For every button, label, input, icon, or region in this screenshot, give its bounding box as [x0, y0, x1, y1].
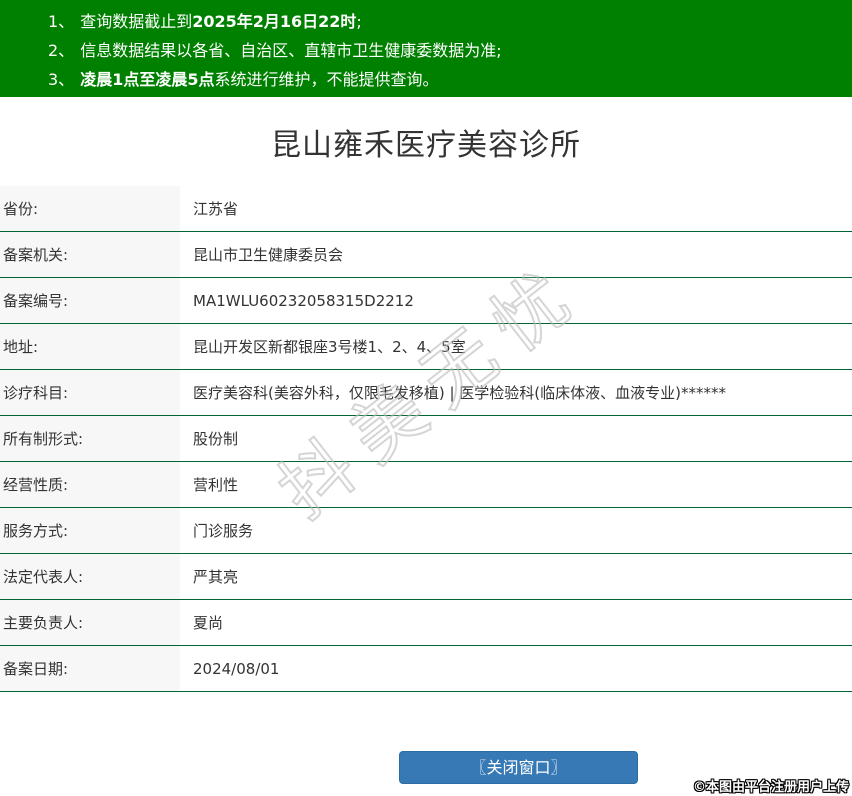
notice-line-number: 3、 [48, 70, 75, 89]
notice-line: 3、 凌晨1点至凌晨5点系统进行维护，不能提供查询。 [48, 65, 852, 94]
field-label: 省份: [0, 186, 180, 231]
field-value: 2024/08/01 [193, 659, 280, 678]
table-row: 主要负责人: 夏尚 [0, 600, 852, 646]
record-table: 省份: 江苏省 备案机关: 昆山市卫生健康委员会 备案编号: MA1WLU60232058… [0, 186, 852, 692]
notice-line: 2、 信息数据结果以各省、自治区、直辖市卫生健康委数据为准; [48, 36, 852, 65]
notice-line-text: 2025年2月16日22时 [192, 12, 357, 31]
field-value: 严其亮 [193, 568, 239, 586]
table-row: 备案编号: MA1WLU60232058315D2212 [0, 278, 852, 324]
table-row: 经营性质: 营利性 [0, 462, 852, 508]
field-label: 备案日期: [0, 646, 180, 691]
field-value: 营利性 [193, 476, 239, 494]
field-label: 主要负责人: [0, 600, 180, 645]
notice-banner: 1、 查询数据截止到2025年2月16日22时; 2、 信息数据结果以各省、自治区、直… [0, 0, 852, 97]
uploader-note: ©本图由平台注册用户上传 [692, 780, 849, 795]
field-value: 夏尚 [193, 614, 224, 632]
field-value: MA1WLU60232058315D2212 [193, 291, 414, 310]
table-row: 所有制形式: 股份制 [0, 416, 852, 462]
field-label: 备案机关: [0, 232, 180, 277]
notice-line-text: ; [356, 12, 362, 31]
field-value: 门诊服务 [193, 522, 254, 540]
field-label: 所有制形式: [0, 416, 180, 461]
table-row: 诊疗科目: 医疗美容科(美容外科，仅限毛发移植) | 医学检验科(临床体液、血液专… [0, 370, 852, 416]
field-label: 备案编号: [0, 278, 180, 323]
field-label: 服务方式: [0, 508, 180, 553]
close-window-button[interactable]: 〖关闭窗口〗 [399, 751, 638, 784]
field-value: 股份制 [193, 430, 239, 448]
notice-line-text: 凌晨1点至凌晨5点 [80, 70, 215, 89]
table-row: 地址: 昆山开发区新都银座3号楼1、2、4、5室 [0, 324, 852, 370]
field-value: 昆山开发区新都银座3号楼1、2、4、5室 [193, 338, 466, 356]
record-page: 1、 查询数据截止到2025年2月16日22时; 2、 信息数据结果以各省、自治区、直… [0, 0, 852, 796]
field-label: 诊疗科目: [0, 370, 180, 415]
field-label: 法定代表人: [0, 554, 180, 599]
table-row: 法定代表人: 严其亮 [0, 554, 852, 600]
table-row: 备案日期: 2024/08/01 [0, 646, 852, 692]
notice-line: 1、 查询数据截止到2025年2月16日22时; [48, 7, 852, 36]
table-row: 省份: 江苏省 [0, 186, 852, 232]
table-row: 服务方式: 门诊服务 [0, 508, 852, 554]
notice-line-text: 查询数据截止到 [80, 12, 193, 31]
field-value: 江苏省 [193, 200, 239, 218]
field-label: 经营性质: [0, 462, 180, 507]
notice-line-number: 1、 [48, 12, 75, 31]
field-value: 昆山市卫生健康委员会 [193, 246, 344, 264]
field-label: 地址: [0, 324, 180, 369]
page-title: 昆山雍禾医疗美容诊所 [271, 128, 581, 163]
notice-line-text: 信息数据结果以各省、自治区、直辖市卫生健康委数据为准; [80, 41, 502, 60]
notice-line-text: 系统进行维护，不能提供查询。 [214, 70, 439, 89]
table-row: 备案机关: 昆山市卫生健康委员会 [0, 232, 852, 278]
field-value: 医疗美容科(美容外科，仅限毛发移植) | 医学检验科(临床体液、血液专业)***… [193, 384, 727, 402]
notice-line-number: 2、 [48, 41, 75, 60]
